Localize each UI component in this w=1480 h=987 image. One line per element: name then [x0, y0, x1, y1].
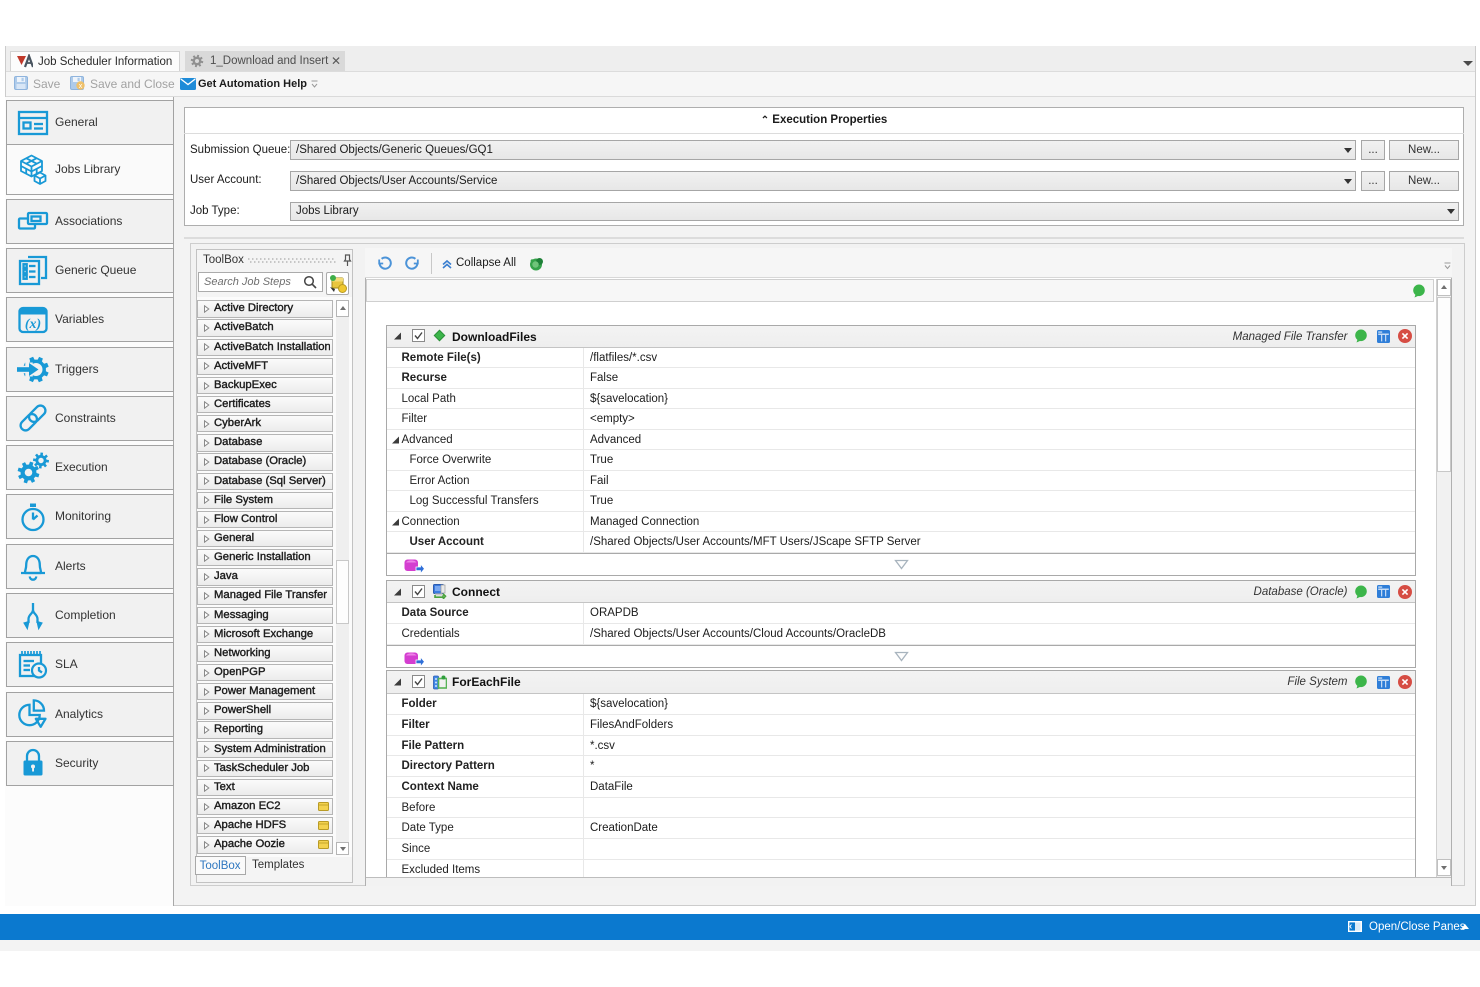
svg-text:(x): (x): [25, 317, 41, 332]
svg-text:x: x: [79, 83, 83, 90]
